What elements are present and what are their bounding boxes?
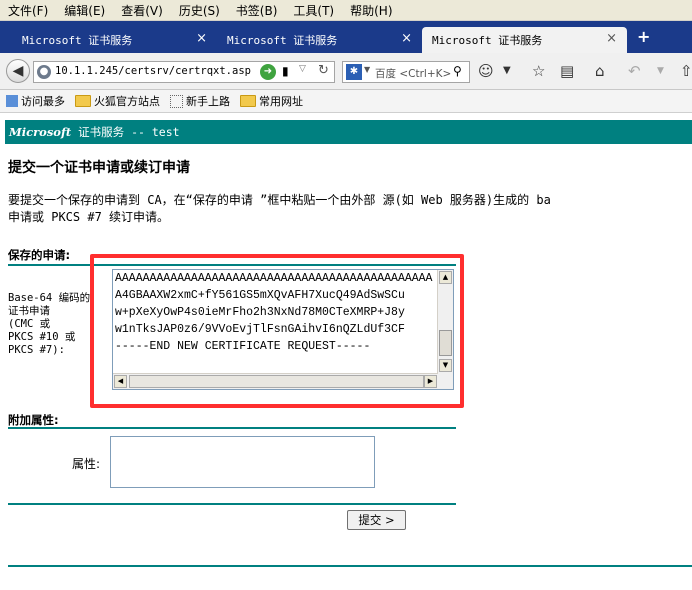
- chevron-down-icon[interactable]: ▽: [299, 64, 306, 74]
- bookmarks-bar: 访问最多 火狐官方站点 新手上路 常用网址: [0, 90, 692, 113]
- tab-title: Microsoft 证书服务: [432, 34, 543, 47]
- reload-icon[interactable]: ↻: [318, 63, 329, 78]
- go-icon[interactable]: ➜: [260, 64, 276, 80]
- bookmark-label: 常用网址: [259, 95, 303, 108]
- attributes-label: 属性:: [72, 457, 101, 471]
- bookmark-common-sites[interactable]: 常用网址: [240, 93, 303, 109]
- undo-icon[interactable]: ↶: [628, 62, 641, 80]
- navigation-bar: ◀ ● 10.1.1.245/certsrv/certrqxt.asp ➜ ▮ …: [0, 53, 692, 90]
- star-icon[interactable]: ☆: [532, 62, 545, 80]
- menu-view[interactable]: 查看(V): [113, 2, 171, 19]
- chevron-down-icon[interactable]: ▼: [364, 65, 370, 74]
- saved-request-heading: 保存的申请:: [8, 248, 71, 262]
- folder-icon: [75, 95, 91, 107]
- bookmark-label: 火狐官方站点: [94, 95, 160, 108]
- page-bottom-divider: [8, 565, 692, 567]
- globe-icon: ●: [37, 65, 51, 79]
- bookmark-icon: [6, 95, 18, 107]
- description-line: 申请或 PKCS #7 续订申请。: [8, 210, 170, 224]
- page-icon: [170, 94, 183, 108]
- search-placeholder: 百度 <Ctrl+K>: [375, 68, 452, 80]
- close-icon[interactable]: ×: [606, 31, 617, 46]
- tab-title: Microsoft 证书服务: [227, 34, 338, 47]
- tab-title: Microsoft 证书服务: [22, 34, 133, 47]
- page-title: 提交一个证书申请或续订申请: [8, 160, 190, 176]
- close-icon[interactable]: ×: [196, 31, 207, 46]
- url-text: 10.1.1.245/certsrv/certrqxt.asp: [55, 65, 251, 77]
- device-icon[interactable]: ▮: [282, 64, 289, 78]
- paw-icon[interactable]: ✱: [346, 64, 362, 80]
- section-divider: [8, 427, 456, 429]
- highlight-box: [90, 254, 464, 408]
- page-description: 要提交一个保存的申请到 CA，在“保存的申请 ”框中粘贴一个由外部 源(如 We…: [8, 192, 551, 226]
- smiley-icon[interactable]: ☺: [478, 62, 494, 80]
- microsoft-logo-text: Microsoft: [9, 125, 72, 139]
- bookmark-label: 访问最多: [21, 95, 65, 108]
- download-icon[interactable]: ⇧: [680, 62, 692, 80]
- bookmark-most-visited[interactable]: 访问最多: [6, 93, 65, 109]
- submit-button[interactable]: 提交 >: [347, 510, 406, 530]
- address-bar[interactable]: ● 10.1.1.245/certsrv/certrqxt.asp ➜ ▮ ▽ …: [33, 61, 335, 83]
- base64-label: Base-64 编码的 证书申请 (CMC 或 PKCS #10 或 PKCS …: [8, 292, 91, 356]
- menu-file[interactable]: 文件(F): [0, 2, 56, 19]
- bookmark-firefox-site[interactable]: 火狐官方站点: [75, 93, 160, 109]
- search-box[interactable]: ✱ ▼ 百度 <Ctrl+K> ⚲: [342, 61, 470, 83]
- tab-1[interactable]: Microsoft 证书服务 ×: [12, 27, 217, 53]
- tab-2[interactable]: Microsoft 证书服务 ×: [217, 27, 422, 53]
- back-arrow-icon[interactable]: ◀: [6, 59, 30, 83]
- description-line: 要提交一个保存的申请到 CA，在“保存的申请 ”框中粘贴一个由外部 源(如 We…: [8, 193, 551, 207]
- tab-3-active[interactable]: Microsoft 证书服务 ×: [422, 27, 627, 53]
- attributes-textarea[interactable]: [110, 436, 375, 488]
- menu-bookmarks[interactable]: 书签(B): [228, 2, 286, 19]
- section-divider: [8, 503, 456, 505]
- tab-strip: Microsoft 证书服务 × Microsoft 证书服务 × Micros…: [0, 21, 692, 53]
- bookmark-label: 新手上路: [186, 95, 230, 108]
- menu-help[interactable]: 帮助(H): [342, 2, 400, 19]
- reader-icon[interactable]: ▤: [560, 62, 574, 80]
- chevron-down-icon[interactable]: ▼: [503, 65, 511, 76]
- menu-bar: 文件(F) 编辑(E) 查看(V) 历史(S) 书签(B) 工具(T) 帮助(H…: [0, 0, 692, 21]
- bookmark-getting-started[interactable]: 新手上路: [170, 93, 230, 109]
- folder-icon: [240, 95, 256, 107]
- new-tab-button[interactable]: +: [637, 27, 650, 46]
- close-icon[interactable]: ×: [401, 31, 412, 46]
- home-icon[interactable]: ⌂: [595, 62, 605, 80]
- menu-tools[interactable]: 工具(T): [285, 2, 342, 19]
- search-icon[interactable]: ⚲: [453, 64, 462, 78]
- menu-history[interactable]: 历史(S): [171, 2, 228, 19]
- service-banner: Microsoft 证书服务 -- test: [5, 120, 692, 144]
- banner-title: 证书服务 -- test: [71, 125, 180, 139]
- chevron-down-icon[interactable]: ▼: [657, 66, 664, 76]
- additional-attributes-heading: 附加属性:: [8, 413, 59, 427]
- menu-edit[interactable]: 编辑(E): [56, 2, 113, 19]
